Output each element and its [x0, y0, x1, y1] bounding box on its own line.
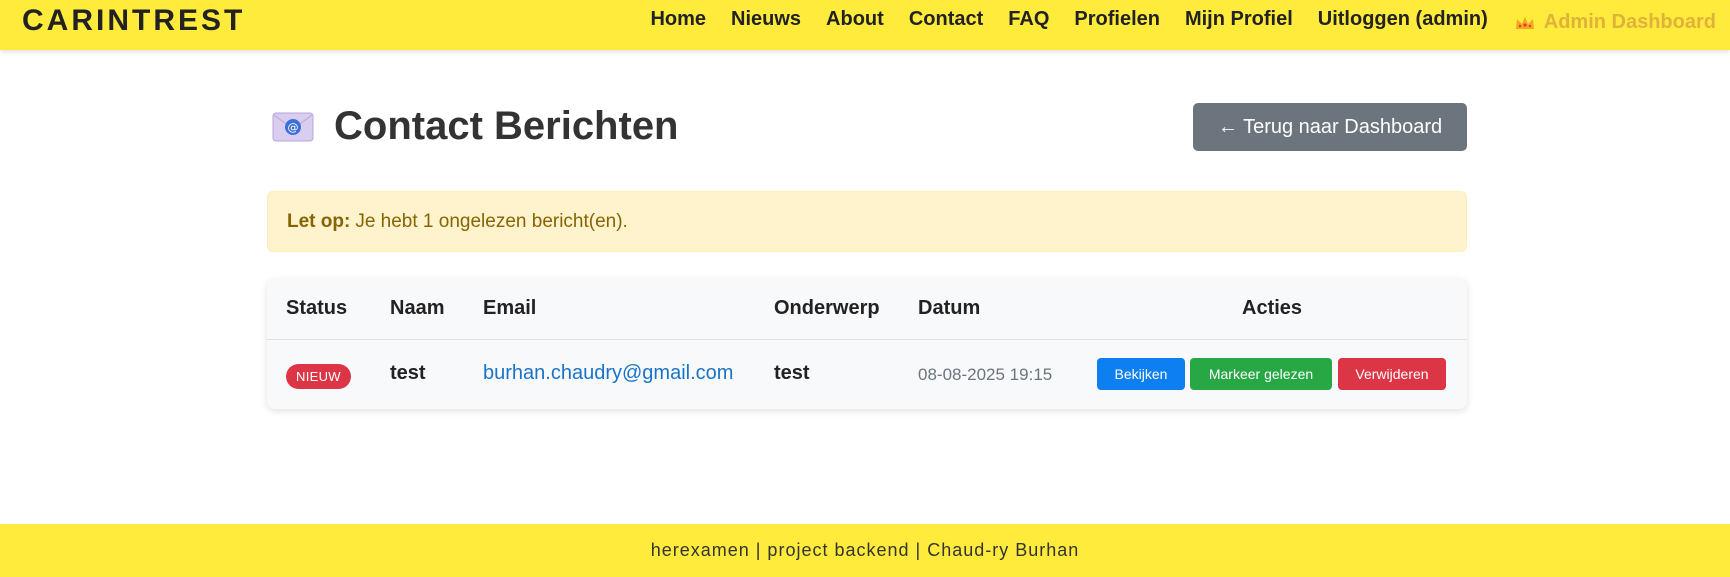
nav-links: Home Nieuws About Contact FAQ Profielen …	[625, 8, 1716, 34]
row-naam: test	[390, 362, 426, 384]
nav-link-admin-dashboard[interactable]: Admin Dashboard	[1515, 11, 1716, 34]
alert-text: Je hebt 1 ongelezen bericht(en).	[355, 210, 628, 232]
mail-at-icon: @	[272, 112, 314, 141]
nav-link-nieuws[interactable]: Nieuws	[731, 8, 801, 31]
mark-read-button[interactable]: Markeer gelezen	[1190, 358, 1332, 390]
alert-strong: Let op:	[287, 210, 351, 232]
messages-table: Status Naam Email Onderwerp Datum Acties…	[267, 279, 1467, 409]
page-title: Contact Berichten	[334, 104, 679, 148]
admin-dashboard-label: Admin Dashboard	[1543, 11, 1716, 33]
header-status: Status	[286, 297, 348, 319]
row-email-link[interactable]: burhan.chaudry@gmail.com	[483, 362, 733, 385]
brand-logo[interactable]: CARINTREST	[22, 4, 245, 38]
footer-text: herexamen | project backend | Chaud-ry B…	[650, 540, 1080, 560]
row-datum: 08-08-2025 19:15	[918, 365, 1053, 384]
header-datum: Datum	[918, 297, 981, 319]
nav-link-about[interactable]: About	[826, 8, 884, 31]
view-button[interactable]: Bekijken	[1097, 358, 1185, 390]
svg-text:@: @	[288, 121, 299, 134]
navbar: CARINTREST Home Nieuws About Contact FAQ…	[0, 0, 1730, 50]
footer: herexamen | project backend | Chaud-ry B…	[0, 524, 1730, 577]
row-onderwerp: test	[774, 362, 810, 384]
nav-link-contact[interactable]: Contact	[909, 8, 983, 31]
nav-link-home[interactable]: Home	[650, 8, 706, 31]
back-to-dashboard-button[interactable]: ← Terug naar Dashboard	[1193, 103, 1467, 151]
nav-link-mijn-profiel[interactable]: Mijn Profiel	[1185, 8, 1293, 31]
header-divider	[267, 339, 1467, 340]
header-email: Email	[483, 297, 537, 319]
unread-alert: Let op: Je hebt 1 ongelezen bericht(en).	[267, 191, 1467, 252]
header-onderwerp: Onderwerp	[774, 297, 880, 319]
nav-link-profielen[interactable]: Profielen	[1074, 8, 1160, 31]
header-acties: Acties	[1242, 297, 1303, 319]
delete-button[interactable]: Verwijderen	[1338, 358, 1446, 390]
status-badge: NIEUW	[286, 364, 351, 389]
crown-icon	[1515, 16, 1534, 29]
page-header: @ Contact Berichten	[272, 104, 679, 149]
nav-link-uitloggen[interactable]: Uitloggen (admin)	[1318, 8, 1488, 31]
nav-link-faq[interactable]: FAQ	[1008, 8, 1049, 31]
header-naam: Naam	[390, 297, 445, 319]
